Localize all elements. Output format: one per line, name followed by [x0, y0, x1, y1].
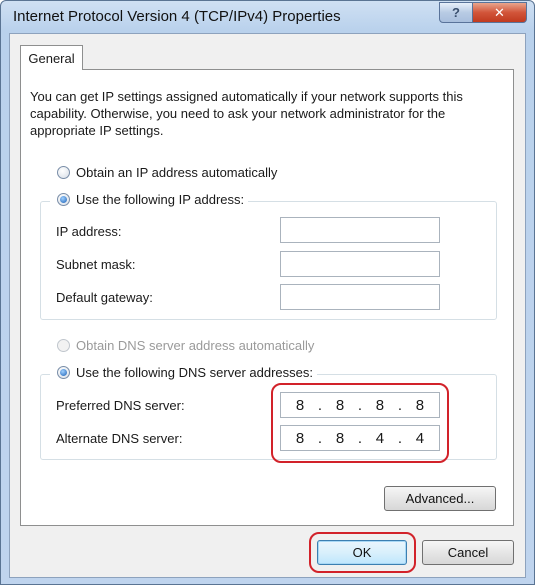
dialog-client-area: General You can get IP settings assigned…	[9, 33, 526, 578]
close-icon: ✕	[494, 4, 505, 20]
close-button[interactable]: ✕	[472, 2, 527, 23]
radio-use-following-ip-label: Use the following IP address:	[76, 192, 245, 207]
ip-address-label: IP address:	[56, 224, 122, 239]
dialog-window: Internet Protocol Version 4 (TCP/IPv4) P…	[0, 0, 535, 585]
default-gateway-input[interactable]	[280, 284, 440, 310]
radio-obtain-ip-auto-circle[interactable]	[57, 166, 70, 179]
ok-highlight-annotation	[309, 532, 416, 573]
ip-address-input[interactable]	[280, 217, 440, 243]
radio-obtain-dns-auto[interactable]: Obtain DNS server address automatically	[57, 338, 314, 353]
cancel-button[interactable]: Cancel	[422, 540, 514, 565]
title-bar[interactable]: Internet Protocol Version 4 (TCP/IPv4) P…	[1, 1, 534, 33]
radio-use-following-ip[interactable]: Use the following IP address:	[50, 192, 249, 207]
advanced-button[interactable]: Advanced...	[384, 486, 496, 511]
radio-use-following-ip-circle[interactable]	[57, 193, 70, 206]
radio-obtain-dns-auto-circle[interactable]	[57, 339, 70, 352]
radio-use-following-dns[interactable]: Use the following DNS server addresses:	[50, 365, 317, 380]
subnet-mask-label: Subnet mask:	[56, 257, 136, 272]
alternate-dns-label: Alternate DNS server:	[56, 431, 183, 446]
radio-use-following-dns-label: Use the following DNS server addresses:	[76, 365, 313, 380]
radio-use-following-dns-circle[interactable]	[57, 366, 70, 379]
help-button[interactable]: ?	[439, 2, 473, 23]
default-gateway-label: Default gateway:	[56, 290, 153, 305]
radio-obtain-ip-auto-label: Obtain an IP address automatically	[76, 165, 278, 180]
tab-general-label: General	[28, 50, 75, 66]
help-icon: ?	[452, 5, 460, 20]
radio-obtain-ip-auto[interactable]: Obtain an IP address automatically	[57, 165, 277, 180]
window-title: Internet Protocol Version 4 (TCP/IPv4) P…	[13, 8, 341, 25]
tab-general[interactable]: General	[20, 45, 83, 70]
dns-highlight-annotation	[271, 383, 449, 463]
subnet-mask-input[interactable]	[280, 251, 440, 277]
preferred-dns-label: Preferred DNS server:	[56, 398, 185, 413]
description-text: You can get IP settings assigned automat…	[30, 89, 463, 138]
radio-obtain-dns-auto-label: Obtain DNS server address automatically	[76, 338, 315, 353]
